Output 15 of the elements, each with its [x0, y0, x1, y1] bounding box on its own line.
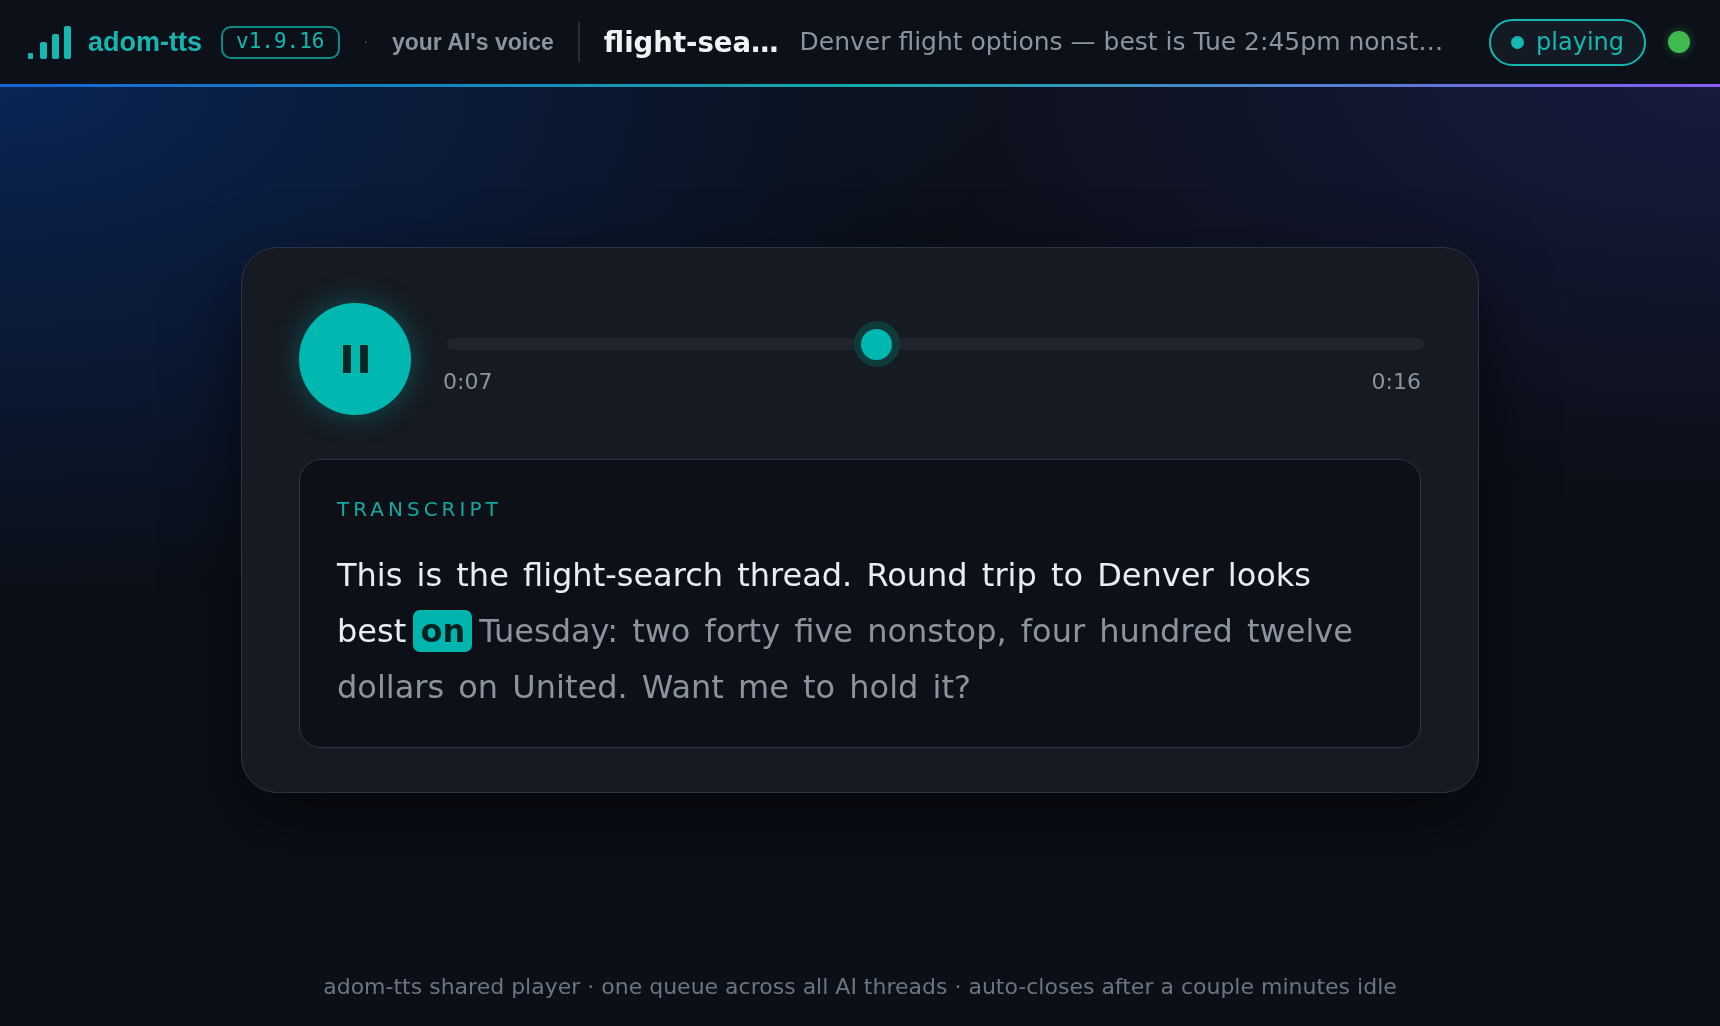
progress-thumb[interactable] [853, 321, 900, 367]
tagline: your AI's voice [391, 28, 554, 56]
elapsed-time: 0:07 [443, 369, 493, 395]
footer-note: adom-tts shared player · one queue across all AI threads · auto-closes after a couple minutes idle [323, 974, 1397, 999]
transcript-heading: TRANSCRIPT [337, 498, 503, 520]
separator-dot: · [363, 32, 368, 52]
thread-title: flight-sea… [603, 26, 779, 58]
transcript-text: This is the flight-search thread. Round trip to Denver looks best on Tuesday: two forty five nonstop, four hundred twelve dollars on United. Want me to hold it? [337, 555, 1354, 708]
status-light-icon [1668, 31, 1690, 53]
status-text: playing [1536, 28, 1624, 56]
signal-bars-icon [28, 25, 71, 59]
total-duration: 0:16 [1371, 369, 1421, 395]
version-badge: v1.9.16 [221, 25, 340, 59]
app-name: adom-tts [88, 26, 202, 58]
thread-summary: Denver flight options — best is Tue 2:45pm nonst… [799, 27, 1444, 57]
